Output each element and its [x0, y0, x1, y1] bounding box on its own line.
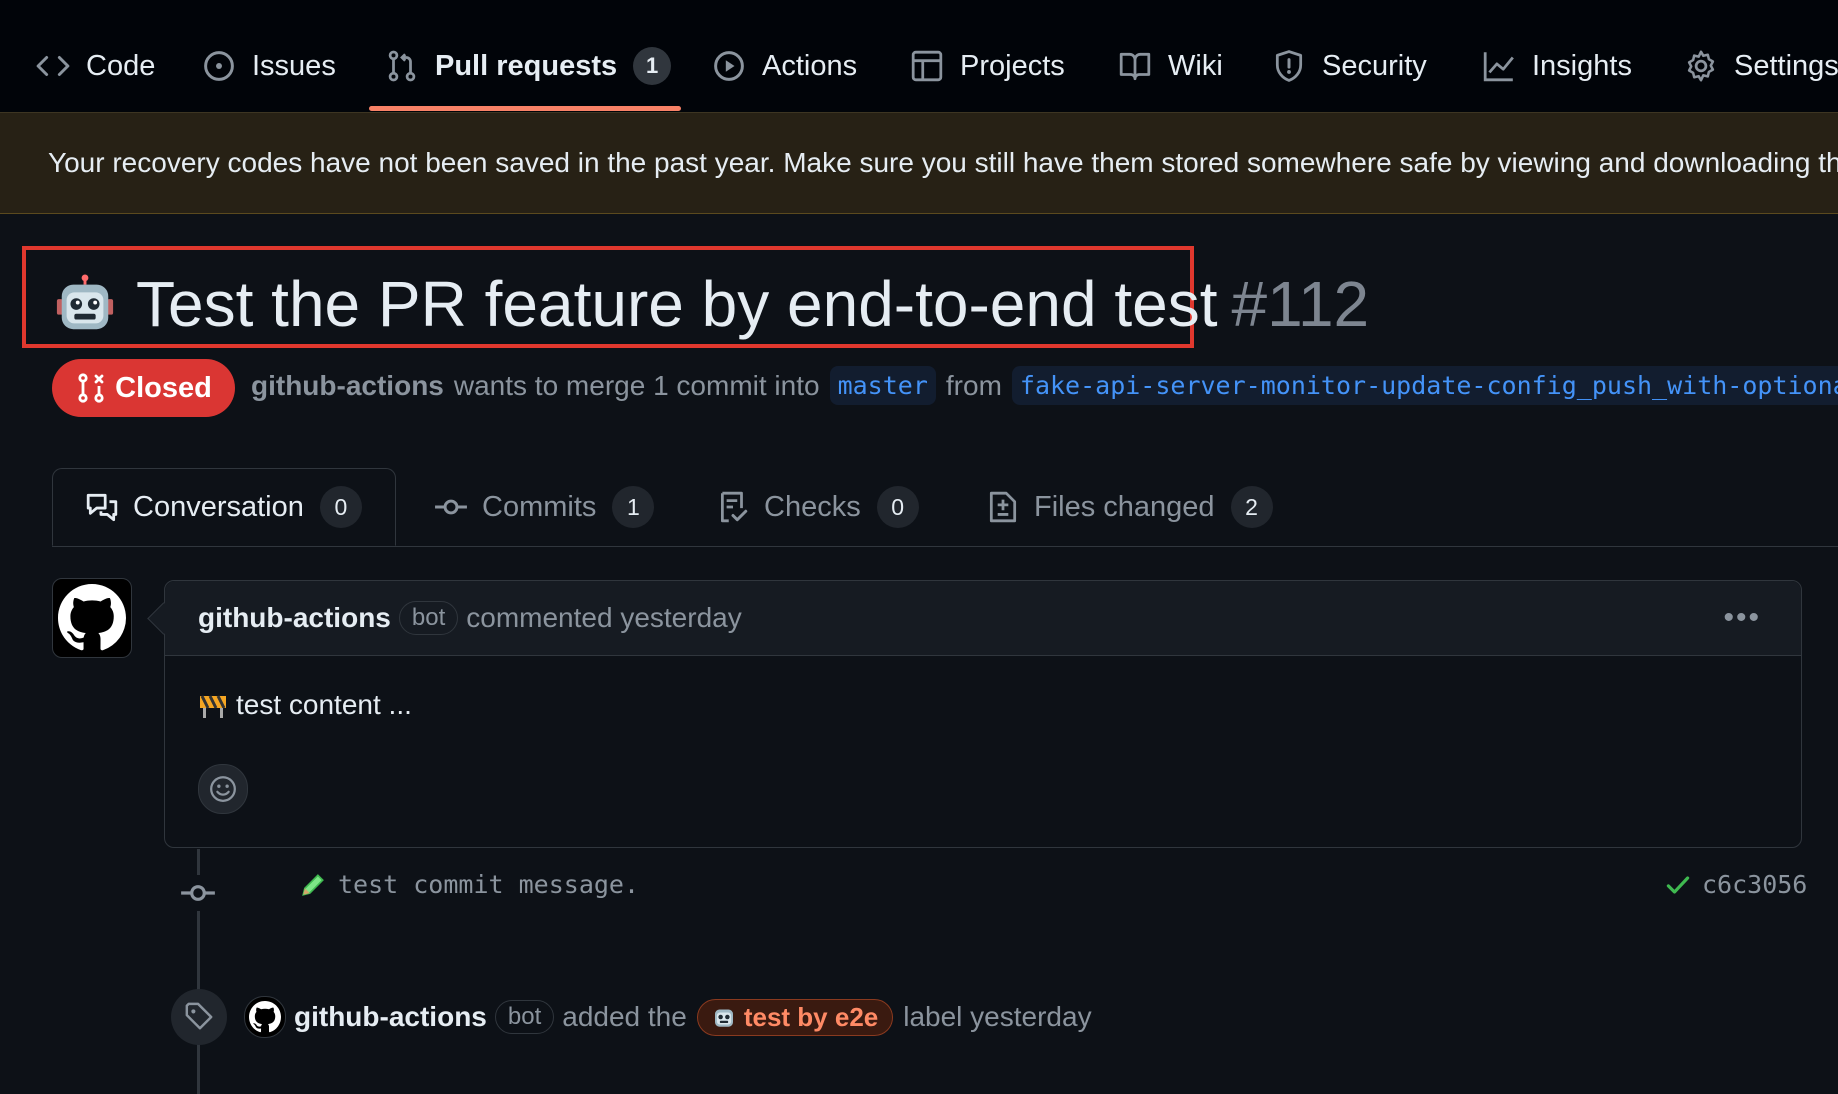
comment-meta[interactable]: commented yesterday [466, 602, 741, 634]
tab-conversation[interactable]: Conversation 0 [52, 468, 396, 546]
small-avatar[interactable] [244, 996, 286, 1038]
head-branch[interactable]: fake-api-server-monitor-update-config_pu… [1011, 366, 1838, 405]
active-tab-underline [369, 106, 681, 111]
robot-icon [714, 1009, 733, 1027]
book-icon [1119, 52, 1151, 81]
nav-wiki-label: Wiki [1168, 49, 1223, 82]
status-label: Closed [115, 371, 212, 404]
comment-body-text: test content ... [236, 689, 412, 720]
label-pill-text: test by e2e [743, 1001, 879, 1032]
comment-card: github-actions bot commented yesterday •… [147, 580, 1802, 848]
comment-author[interactable]: github-actions [198, 602, 391, 634]
nav-security[interactable]: Security [1272, 38, 1427, 94]
pr-tabs: Conversation 0 Commits 1 Checks 0 Files … [52, 468, 1838, 547]
pull-requests-counter: 1 [633, 47, 672, 85]
pencil-icon [302, 873, 324, 896]
play-icon [714, 51, 744, 81]
nav-code-label: Code [86, 49, 156, 82]
nav-projects-label: Projects [960, 49, 1065, 82]
nav-security-label: Security [1322, 49, 1427, 82]
tag-icon [185, 1002, 213, 1030]
status-badge: Closed [52, 359, 235, 417]
issue-opened-icon [204, 51, 234, 81]
tag-event-badge [171, 989, 227, 1045]
tab-commits-label: Commits [482, 490, 597, 523]
commit-row[interactable]: test commit message. [300, 870, 639, 899]
commit-sha-row: c6c3056 [1664, 870, 1807, 899]
repo-nav: Code Issues Pull requests 1 Actions Proj… [0, 0, 1838, 113]
nav-settings-label: Settings [1734, 49, 1838, 82]
nav-insights[interactable]: Insights [1482, 38, 1632, 94]
shield-icon [1275, 50, 1303, 82]
comment-header: github-actions bot commented yesterday •… [165, 581, 1801, 656]
gear-icon [1687, 50, 1715, 82]
add-reaction-button[interactable] [198, 764, 248, 814]
from-text: from [945, 369, 1002, 401]
label-event-author[interactable]: github-actions [294, 1001, 487, 1033]
recovery-codes-banner: Your recovery codes have not been saved … [0, 113, 1838, 214]
nav-code[interactable]: Code [36, 38, 155, 94]
banner-text: Your recovery codes have not been saved … [48, 147, 1838, 178]
nav-projects[interactable]: Projects [910, 38, 1065, 94]
label-event: github-actions bot added the test by e2e… [244, 996, 1092, 1038]
merge-text: wants to merge 1 commit into [453, 369, 820, 401]
tab-files-changed[interactable]: Files changed 2 [986, 468, 1273, 546]
avatar[interactable] [52, 578, 132, 658]
tab-checks-count: 0 [876, 486, 919, 528]
file-diff-icon [989, 491, 1017, 523]
label-event-text-after: label yesterday [903, 1001, 1092, 1032]
nav-actions[interactable]: Actions [712, 38, 857, 94]
pr-title-text: Test the PR feature by end-to-end test [136, 268, 1218, 340]
bot-badge: bot [398, 601, 459, 635]
nav-pull-requests[interactable]: Pull requests 1 [385, 38, 672, 94]
tab-checks[interactable]: Checks 0 [716, 468, 919, 546]
kebab-horizontal-icon[interactable]: ••• [1723, 601, 1761, 635]
git-pull-request-closed-icon [78, 373, 104, 403]
nav-pull-requests-label: Pull requests [435, 49, 618, 82]
github-mark-icon [249, 1001, 281, 1033]
tab-checks-label: Checks [764, 490, 861, 523]
nav-settings[interactable]: Settings [1684, 38, 1838, 94]
pr-title: Test the PR feature by end-to-end test #… [54, 262, 1369, 346]
label-event-text-before: added the [562, 1001, 687, 1032]
commit-sha[interactable]: c6c3056 [1702, 870, 1807, 899]
smiley-icon [210, 776, 236, 802]
checklist-icon [720, 491, 748, 523]
nav-wiki[interactable]: Wiki [1118, 38, 1223, 94]
tab-files-changed-count: 2 [1230, 486, 1273, 528]
construction-icon [200, 695, 226, 718]
nav-issues-label: Issues [252, 49, 336, 82]
tab-commits[interactable]: Commits 1 [434, 468, 655, 546]
graph-icon [1483, 52, 1514, 82]
git-commit-icon [435, 499, 467, 515]
tab-files-changed-label: Files changed [1034, 490, 1215, 523]
git-commit-icon [180, 875, 216, 911]
github-mark-icon [58, 584, 126, 651]
pr-author-link[interactable]: github-actions [251, 370, 444, 402]
comment-body: test content ... [198, 689, 412, 721]
table-icon [911, 50, 943, 82]
label-pill[interactable]: test by e2e [696, 998, 894, 1036]
commit-message[interactable]: test commit message. [338, 870, 639, 899]
tab-commits-count: 1 [612, 486, 655, 528]
check-icon[interactable] [1664, 871, 1692, 899]
merge-summary: github-actions wants to merge 1 commit i… [251, 366, 1838, 405]
nav-insights-label: Insights [1532, 49, 1632, 82]
comment-discussion-icon [86, 493, 118, 522]
git-pull-request-icon [388, 50, 416, 82]
nav-actions-label: Actions [762, 49, 858, 82]
bot-badge: bot [494, 1000, 555, 1034]
base-branch[interactable]: master [829, 366, 936, 405]
pr-number: #112 [1231, 268, 1370, 340]
nav-issues[interactable]: Issues [202, 38, 336, 94]
tab-conversation-count: 0 [319, 486, 362, 528]
code-icon [36, 56, 70, 76]
tab-conversation-label: Conversation [133, 490, 304, 523]
robot-icon [56, 274, 114, 330]
